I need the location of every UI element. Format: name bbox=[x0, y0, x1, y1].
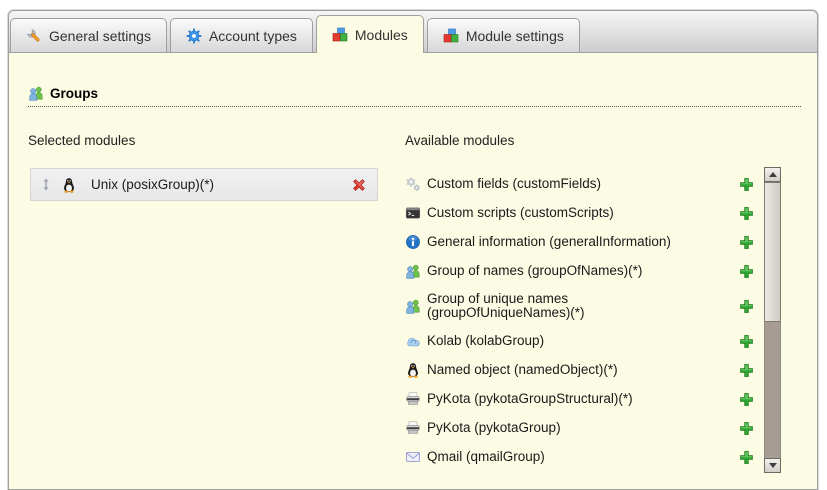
selected-modules-label: Selected modules bbox=[28, 133, 135, 148]
printer-icon bbox=[405, 391, 421, 407]
tux-icon bbox=[405, 362, 421, 378]
tab-account-types[interactable]: Account types bbox=[170, 18, 313, 52]
remove-module-button[interactable] bbox=[351, 177, 367, 193]
available-module-row: Kolab (kolabGroup) bbox=[405, 333, 754, 349]
available-modules-label: Available modules bbox=[405, 133, 514, 148]
add-module-button[interactable] bbox=[739, 235, 754, 250]
gears-icon bbox=[405, 176, 421, 192]
group-icon bbox=[405, 263, 421, 279]
group-icon bbox=[405, 298, 421, 314]
tab-label: General settings bbox=[49, 28, 151, 44]
modules-icon bbox=[443, 28, 459, 44]
tab-module-settings[interactable]: Module settings bbox=[427, 18, 580, 52]
scrollbar-down-button[interactable] bbox=[764, 458, 781, 473]
available-module-label: Kolab (kolabGroup) bbox=[427, 334, 731, 348]
add-module-button[interactable] bbox=[739, 450, 754, 465]
add-module-button[interactable] bbox=[739, 299, 754, 314]
available-module-row: PyKota (pykotaGroup) bbox=[405, 420, 754, 436]
info-icon bbox=[405, 234, 421, 250]
available-module-label: Custom fields (customFields) bbox=[427, 177, 731, 191]
add-module-button[interactable] bbox=[739, 206, 754, 221]
add-module-button[interactable] bbox=[739, 421, 754, 436]
available-module-label: Group of names (groupOfNames)(*) bbox=[427, 264, 731, 278]
tab-label: Modules bbox=[355, 27, 408, 43]
available-module-row: PyKota (pykotaGroupStructural)(*) bbox=[405, 391, 754, 407]
available-module-label: PyKota (pykotaGroup) bbox=[427, 421, 731, 435]
available-module-row: Qmail (qmailGroup) bbox=[405, 449, 754, 465]
available-module-row: Custom scripts (customScripts) bbox=[405, 205, 754, 221]
scrollbar[interactable] bbox=[764, 167, 781, 473]
printer-icon bbox=[405, 420, 421, 436]
modules-icon bbox=[332, 27, 348, 43]
available-module-label: Group of unique names (groupOfUniqueName… bbox=[427, 292, 731, 320]
group-icon bbox=[28, 85, 44, 101]
available-module-label: Custom scripts (customScripts) bbox=[427, 206, 731, 220]
available-module-row: Group of names (groupOfNames)(*) bbox=[405, 263, 754, 279]
available-module-row: Group of unique names (groupOfUniqueName… bbox=[405, 292, 754, 320]
gear-icon bbox=[186, 28, 202, 44]
section-title: Groups bbox=[50, 86, 98, 101]
groups-section-header: Groups bbox=[28, 85, 801, 107]
selected-module-label: Unix (posixGroup)(*) bbox=[91, 177, 351, 192]
available-modules-list: Custom fields (customFields) Custom scri… bbox=[405, 176, 754, 478]
down-arrow-icon bbox=[769, 463, 777, 468]
scrollbar-up-button[interactable] bbox=[764, 167, 781, 182]
envelope-icon bbox=[405, 449, 421, 465]
available-module-label: Named object (namedObject)(*) bbox=[427, 363, 731, 377]
tab-modules[interactable]: Modules bbox=[316, 15, 424, 53]
available-module-row: General information (generalInformation) bbox=[405, 234, 754, 250]
tab-general-settings[interactable]: General settings bbox=[10, 18, 167, 52]
add-module-button[interactable] bbox=[739, 264, 754, 279]
up-arrow-icon bbox=[769, 172, 777, 177]
add-module-button[interactable] bbox=[739, 363, 754, 378]
available-module-label: General information (generalInformation) bbox=[427, 235, 731, 249]
available-module-label: Qmail (qmailGroup) bbox=[427, 450, 731, 464]
tab-label: Module settings bbox=[466, 28, 564, 44]
available-module-row: Custom fields (customFields) bbox=[405, 176, 754, 192]
scrollbar-track[interactable] bbox=[764, 182, 781, 458]
scrollbar-thumb[interactable] bbox=[764, 182, 781, 322]
drag-handle-icon[interactable] bbox=[41, 178, 51, 191]
selected-module-row: Unix (posixGroup)(*) bbox=[30, 168, 378, 201]
tab-label: Account types bbox=[209, 28, 297, 44]
config-panel: General settings Account types Modules M… bbox=[8, 10, 818, 490]
add-module-button[interactable] bbox=[739, 334, 754, 349]
add-module-button[interactable] bbox=[739, 392, 754, 407]
tux-icon bbox=[61, 177, 77, 193]
add-module-button[interactable] bbox=[739, 177, 754, 192]
tab-bar: General settings Account types Modules M… bbox=[9, 11, 817, 53]
available-module-label: PyKota (pykotaGroupStructural)(*) bbox=[427, 392, 731, 406]
kolab-icon bbox=[405, 333, 421, 349]
wrench-icon bbox=[26, 28, 42, 44]
terminal-icon bbox=[405, 205, 421, 221]
available-module-row: Named object (namedObject)(*) bbox=[405, 362, 754, 378]
